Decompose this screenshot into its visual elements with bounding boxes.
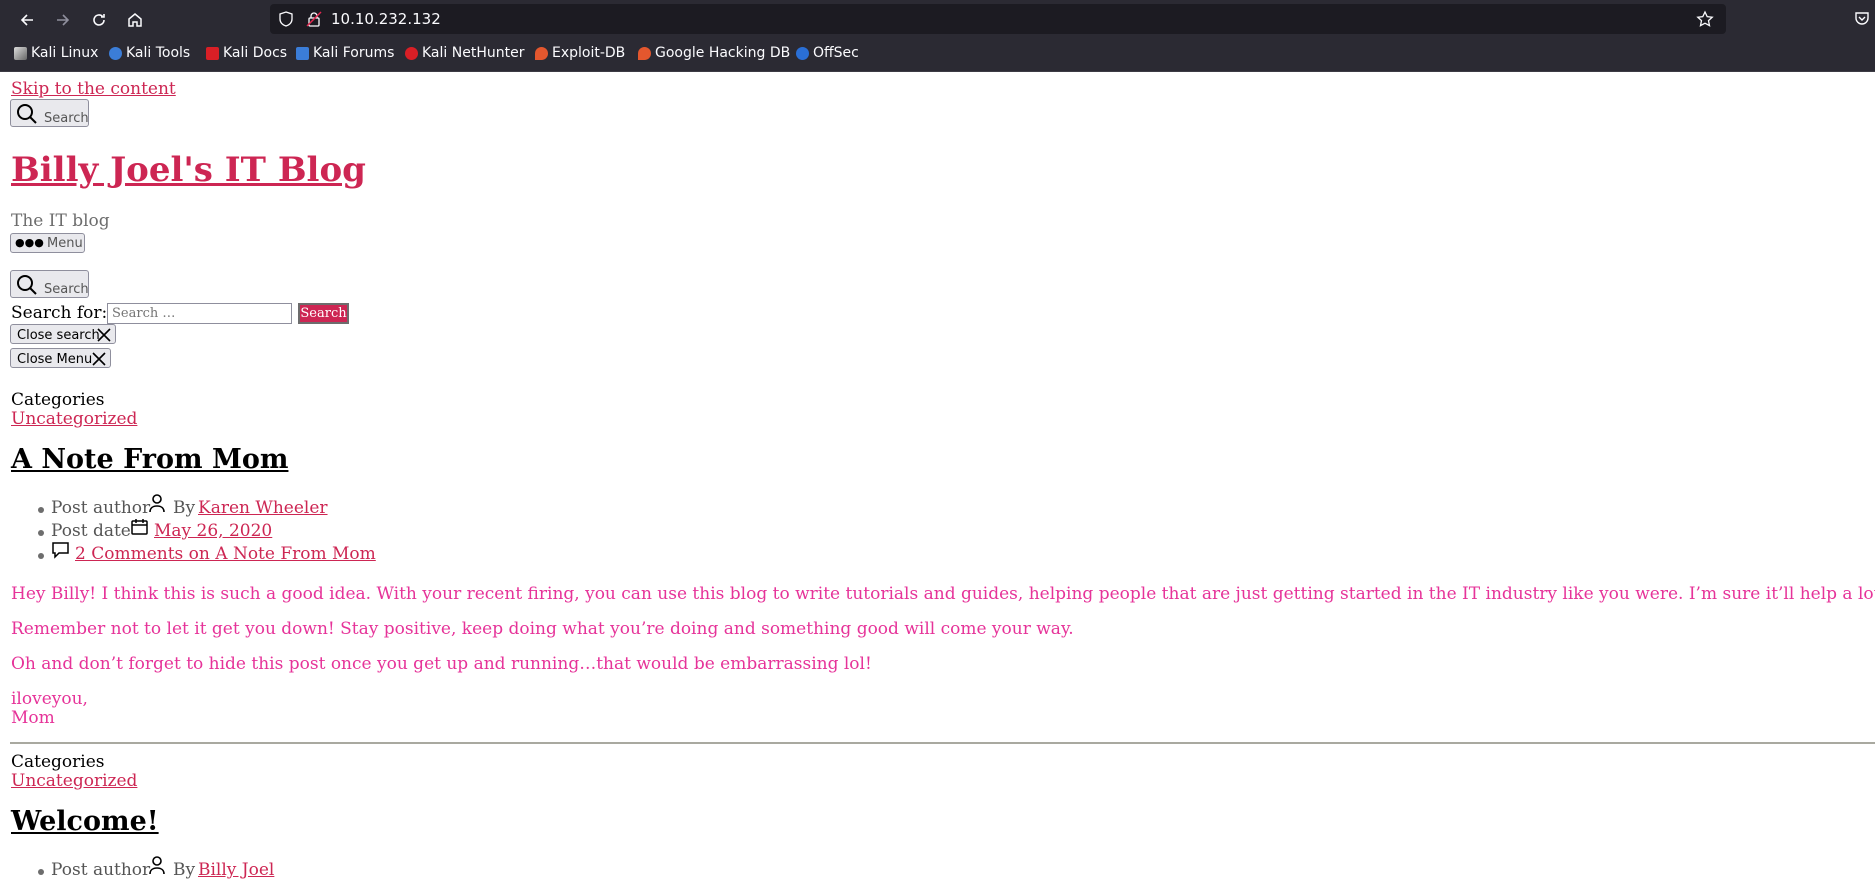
bookmark-label: Kali Linux xyxy=(31,45,99,61)
search-button-label: Search xyxy=(44,282,89,297)
close-search-label: Close search xyxy=(17,328,100,343)
close-icon xyxy=(92,352,106,366)
header-search-button[interactable]: Search xyxy=(10,99,89,127)
list-bullet xyxy=(38,869,44,875)
post-paragraph: Remember not to let it get you down! Sta… xyxy=(11,619,1074,639)
browser-toolbar: 10.10.232.132 xyxy=(0,0,1875,38)
bookmark-label: Exploit-DB xyxy=(552,45,626,61)
site-title[interactable]: Billy Joel's IT Blog xyxy=(11,150,366,190)
post-author-label: Post author xyxy=(51,498,151,518)
list-bullet xyxy=(38,507,44,513)
page-content: Skip to the content Search Billy Joel's … xyxy=(0,72,1875,886)
bookmark-kali-nethunter[interactable]: Kali NetHunter xyxy=(405,45,524,61)
bookmark-label: OffSec xyxy=(813,45,859,61)
bookmark-google-hacking-db[interactable]: Google Hacking DB xyxy=(638,45,790,61)
skip-to-content-link[interactable]: Skip to the content xyxy=(11,79,176,99)
menu-button-label: Menu xyxy=(47,236,83,251)
categories-label: Categories xyxy=(11,390,105,410)
category-link[interactable]: Uncategorized xyxy=(11,409,137,429)
bookmarks-bar: Kali Linux Kali Tools Kali Docs Kali For… xyxy=(0,42,1875,66)
shield-icon xyxy=(279,11,293,27)
exploitdb-icon xyxy=(535,46,548,60)
by-label: By xyxy=(173,498,196,518)
post-date-label: Post date xyxy=(51,521,131,541)
insecure-lock-icon xyxy=(306,11,322,27)
back-arrow-icon xyxy=(20,14,33,26)
site-tagline: The IT blog xyxy=(11,211,110,231)
post-author-label: Post author xyxy=(51,860,151,880)
bookmark-kali-forums[interactable]: Kali Forums xyxy=(296,45,394,61)
list-bullet xyxy=(38,530,44,536)
comment-icon xyxy=(52,542,69,559)
close-icon xyxy=(97,328,111,342)
list-bullet xyxy=(38,553,44,559)
bookmark-kali-docs[interactable]: Kali Docs xyxy=(206,45,287,61)
search-for-label: Search for: xyxy=(11,303,108,323)
post-paragraph: Oh and don’t forget to hide this post on… xyxy=(11,654,872,674)
close-menu-label: Close Menu xyxy=(17,352,93,367)
search-input[interactable] xyxy=(107,303,292,324)
kali-tools-icon xyxy=(109,46,122,60)
kali-forums-icon xyxy=(296,46,309,60)
user-icon xyxy=(149,494,165,513)
url-bar[interactable]: 10.10.232.132 xyxy=(270,4,1726,34)
menu-dots-icon: ●●● xyxy=(15,236,44,249)
bookmark-label: Kali Docs xyxy=(223,45,288,61)
reload-button[interactable] xyxy=(87,8,111,32)
post-title[interactable]: A Note From Mom xyxy=(11,444,288,475)
search-submit-button[interactable]: Search xyxy=(298,303,349,324)
offsec-icon xyxy=(796,46,809,60)
by-label: By xyxy=(173,860,196,880)
post-title[interactable]: Welcome! xyxy=(11,806,159,837)
bookmark-kali-tools[interactable]: Kali Tools xyxy=(109,45,190,61)
nethunter-icon xyxy=(405,46,418,60)
url-text: 10.10.232.132 xyxy=(331,10,441,28)
bookmark-label: Kali Forums xyxy=(313,45,395,61)
kali-dragon-icon xyxy=(14,46,27,60)
back-button[interactable] xyxy=(15,8,39,32)
category-link[interactable]: Uncategorized xyxy=(11,771,137,791)
modal-search-toggle[interactable]: Search xyxy=(10,270,89,298)
reload-icon xyxy=(93,14,105,26)
pocket-icon[interactable] xyxy=(1853,10,1871,28)
categories-label: Categories xyxy=(11,752,105,772)
calendar-icon xyxy=(131,519,148,535)
home-button[interactable] xyxy=(123,8,147,32)
home-icon xyxy=(128,13,142,27)
forward-button[interactable] xyxy=(51,8,75,32)
search-icon xyxy=(17,104,37,124)
post-signoff: iloveyou, xyxy=(11,689,88,709)
bookmark-offsec[interactable]: OffSec xyxy=(796,45,859,61)
bookmark-label: Kali Tools xyxy=(126,45,191,61)
post-signoff: Mom xyxy=(11,708,55,728)
post-author-link[interactable]: Karen Wheeler xyxy=(198,498,328,518)
bookmark-label: Kali NetHunter xyxy=(422,45,525,61)
browser-chrome: 10.10.232.132 Kali Linux Kali Tools Kali… xyxy=(0,0,1875,72)
bookmark-label: Google Hacking DB xyxy=(655,45,791,61)
forward-arrow-icon xyxy=(57,14,70,26)
post-paragraph: Hey Billy! I think this is such a good i… xyxy=(11,584,1875,604)
search-icon xyxy=(17,275,37,295)
comments-link[interactable]: 2 Comments on A Note From Mom xyxy=(75,544,376,564)
search-button-label: Search xyxy=(44,111,89,126)
close-menu-button[interactable]: Close Menu xyxy=(10,348,111,368)
bookmark-star-icon[interactable] xyxy=(1696,10,1714,28)
kali-docs-icon xyxy=(206,46,219,60)
user-icon xyxy=(149,856,165,875)
menu-button[interactable]: ●●● Menu xyxy=(10,233,85,253)
post-author-link[interactable]: Billy Joel xyxy=(198,860,274,880)
post-separator xyxy=(10,742,1875,744)
bookmark-kali-linux[interactable]: Kali Linux xyxy=(14,45,98,61)
bookmark-exploit-db[interactable]: Exploit-DB xyxy=(535,45,625,61)
ghdb-icon xyxy=(638,46,651,60)
close-search-button[interactable]: Close search xyxy=(10,324,116,344)
post-date-link[interactable]: May 26, 2020 xyxy=(154,521,272,541)
